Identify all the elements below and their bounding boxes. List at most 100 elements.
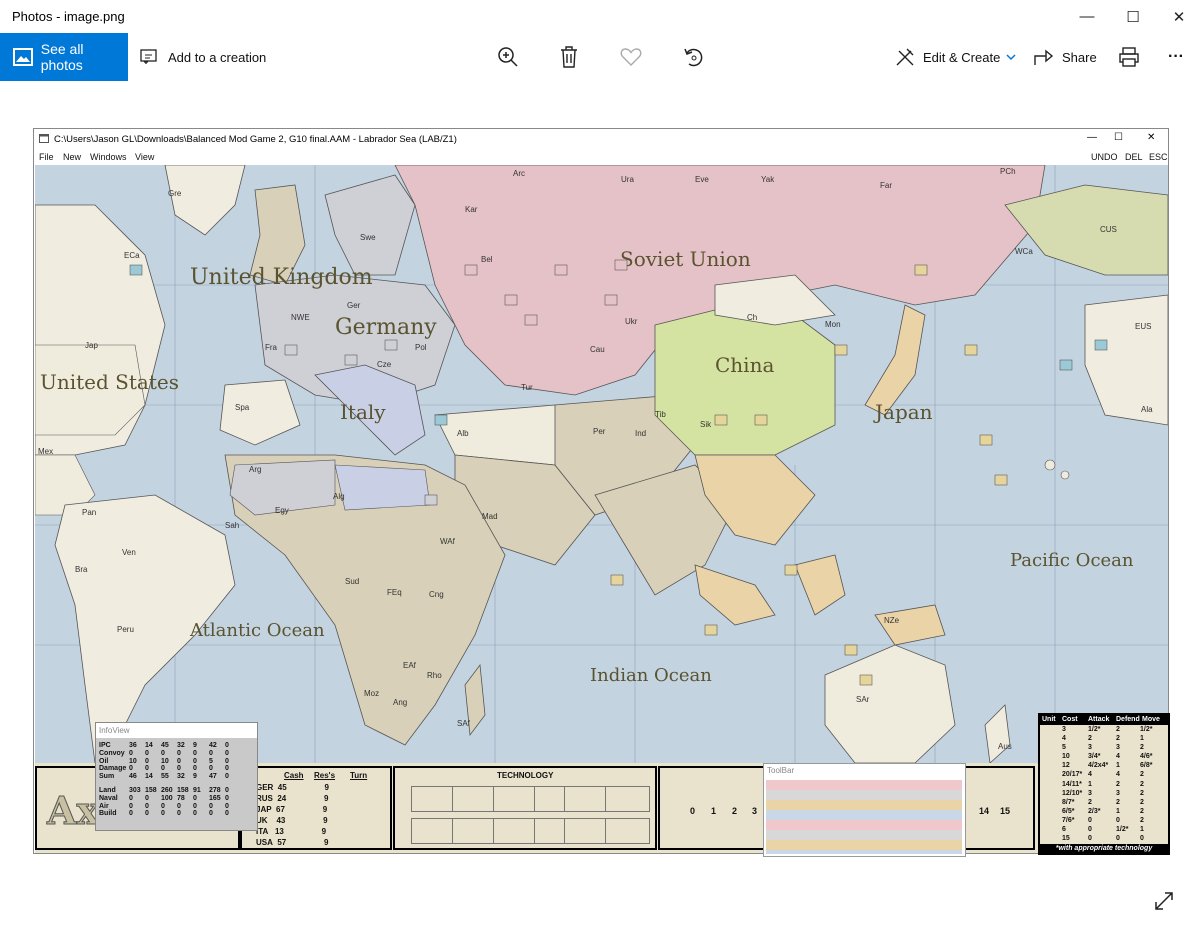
menu-undo[interactable]: UNDO [1091, 152, 1118, 162]
unit-row: 14/11* 1 2 2 [1062, 780, 1144, 788]
window-title: Photos - image.png [12, 9, 125, 24]
infoview-row: IPC 36 14 45 32 9 42 0 [99, 742, 229, 749]
unit-row: 6/5* 2/3* 1 2 [1062, 807, 1144, 815]
infoview-row: Damage 0 0 0 0 0 0 0 [99, 765, 229, 773]
world-map[interactable]: United Kingdom Germany Italy Soviet Unio… [35, 165, 1168, 763]
app-icon [39, 134, 49, 143]
track-number: 2 [732, 806, 738, 816]
unit-row: 20/17* 4 4 2 [1062, 771, 1144, 779]
infoview-row: Oil 10 0 10 0 0 5 0 [99, 757, 229, 765]
infoview-row: Land 303 158 260 158 91 278 0 [99, 786, 229, 794]
unit-chart-header: Unit Cost Attack Defend Move [1040, 715, 1168, 725]
close-button[interactable]: ✕ [1156, 0, 1202, 33]
tech-button[interactable] [564, 818, 609, 844]
app-close-icon[interactable]: ✕ [1147, 132, 1155, 143]
rotate-icon [684, 48, 703, 67]
cash-panel: Cash Res's Turn GER 45 9 RUS 24 9 JAP 67… [240, 766, 392, 850]
tech-button[interactable] [452, 786, 497, 812]
unit-row: 10 3/4* 4 4/6* [1062, 753, 1153, 761]
tech-button[interactable] [564, 786, 609, 812]
menu-view[interactable]: View [135, 152, 154, 162]
toolbar-window[interactable]: ToolBar [763, 763, 966, 857]
infoview-row: Convoy 0 0 0 0 0 0 0 [99, 749, 229, 757]
game-screenshot: C:\Users\Jason GL\Downloads\Balanced Mod… [33, 128, 1170, 857]
unit-row: 4221 [1062, 735, 1144, 743]
more-icon: ··· [1168, 48, 1184, 65]
favorite-button[interactable] [620, 33, 642, 81]
cash-row: UK 43 9 [256, 816, 328, 825]
toolbar-unit-grid[interactable] [766, 780, 962, 854]
tech-button[interactable] [411, 786, 456, 812]
menu-file[interactable]: File [39, 152, 54, 162]
cash-rows: GER 45 9 RUS 24 9 JAP 67 9 UK 43 9 ITA 1… [256, 782, 329, 848]
infoview-title: InfoView [96, 723, 257, 738]
menu-esc[interactable]: ESC [1149, 152, 1168, 162]
see-all-photos-label: See all photos [40, 41, 84, 73]
delete-button[interactable] [559, 33, 579, 81]
delete-icon [561, 46, 577, 68]
unit-markers [129, 259, 1108, 686]
expand-icon [1155, 892, 1173, 910]
unit-chart-rows: 3 1/2* 2 1/2* 4221 5332 10 3/4* 4 4/6* 12 4/2x4… [1040, 725, 1168, 843]
fullscreen-button[interactable] [1153, 890, 1175, 912]
close-icon: ✕ [1172, 8, 1186, 26]
photos-icon [13, 48, 33, 66]
edit-create-label: Edit & Create [923, 49, 1001, 65]
unit-row: 6 0 1/2* 1 [1062, 826, 1144, 834]
app-minimize-icon[interactable]: — [1087, 132, 1097, 143]
minimize-button[interactable]: — [1064, 0, 1110, 33]
unit-row: 5332 [1062, 744, 1144, 752]
infoview-row: Sum 46 14 55 32 9 47 0 [99, 773, 229, 781]
infoview-row: Air 0 0 0 0 0 0 0 [99, 802, 229, 810]
tech-button[interactable] [411, 818, 456, 844]
menu-del[interactable]: DEL [1125, 152, 1143, 162]
menu-new[interactable]: New [63, 152, 81, 162]
cash-row: JAP 67 9 [256, 805, 328, 814]
track-number: 15 [1000, 806, 1011, 816]
menu-windows[interactable]: Windows [90, 152, 127, 162]
infoview-row: Naval 0 0 100 78 0 165 0 [99, 794, 229, 802]
cash-row: GER 45 9 [256, 783, 329, 792]
share-label: Share [1062, 49, 1097, 65]
cash-row: ITA 13 9 [256, 827, 327, 836]
unit-row: 12/10* 3 3 2 [1062, 789, 1144, 797]
app-titlebar: C:\Users\Jason GL\Downloads\Balanced Mod… [34, 129, 1168, 149]
more-options-button[interactable]: ··· [1168, 33, 1184, 81]
unit-stats-chart: Unit Cost Attack Defend Move 3 1/2* 2 1/2* 4221… [1038, 713, 1170, 855]
tech-button[interactable] [605, 786, 650, 812]
add-to-creation-label: Add to a creation [168, 49, 267, 65]
cash-row: USA 57 9 [256, 838, 329, 847]
unit-row: 8/7* 2 2 2 [1062, 798, 1144, 806]
tech-button[interactable] [493, 818, 538, 844]
edit-create-button[interactable]: Edit & Create [895, 33, 1016, 81]
unit-row: 3 1/2* 2 1/2* [1062, 726, 1153, 733]
toolbar-window-title: ToolBar [767, 766, 795, 775]
res-header: Res's [314, 771, 336, 780]
svg-text:Ax: Ax [46, 788, 99, 833]
zoom-in-icon [498, 47, 518, 67]
app-maximize-icon[interactable]: ☐ [1114, 132, 1123, 143]
infoview-row: Build 0 0 0 0 0 0 0 [99, 810, 229, 818]
unit-row: 7/6* 0 0 2 [1062, 816, 1144, 824]
technology-panel: TECHNOLOGY [393, 766, 657, 850]
maximize-button[interactable]: ☐ [1110, 0, 1156, 33]
technology-title: TECHNOLOGY [497, 771, 554, 780]
print-button[interactable] [1118, 33, 1140, 81]
heart-icon [620, 48, 642, 66]
tech-button[interactable] [493, 786, 538, 812]
track-number: 0 [690, 806, 696, 816]
track-number: 3 [752, 806, 758, 816]
tech-button[interactable] [605, 818, 650, 844]
tech-button[interactable] [452, 818, 497, 844]
rotate-button[interactable] [683, 33, 705, 81]
see-all-photos-button[interactable]: See all photos [0, 33, 128, 81]
add-to-creation-button[interactable]: Add to a creation [140, 33, 266, 81]
unit-row: 15 0 0 0 [1062, 835, 1144, 843]
zoom-in-button[interactable] [497, 33, 519, 81]
maximize-icon: ☐ [1126, 8, 1140, 26]
share-button[interactable]: Share [1034, 33, 1097, 81]
track-number: 14 [979, 806, 990, 816]
infoview-window[interactable]: InfoView IPC 36 14 45 32 9 42 0 Convoy 0 0 0 0 0 0 0 O… [95, 722, 258, 831]
track-number: 1 [711, 806, 717, 816]
turn-header: Turn [350, 771, 368, 780]
